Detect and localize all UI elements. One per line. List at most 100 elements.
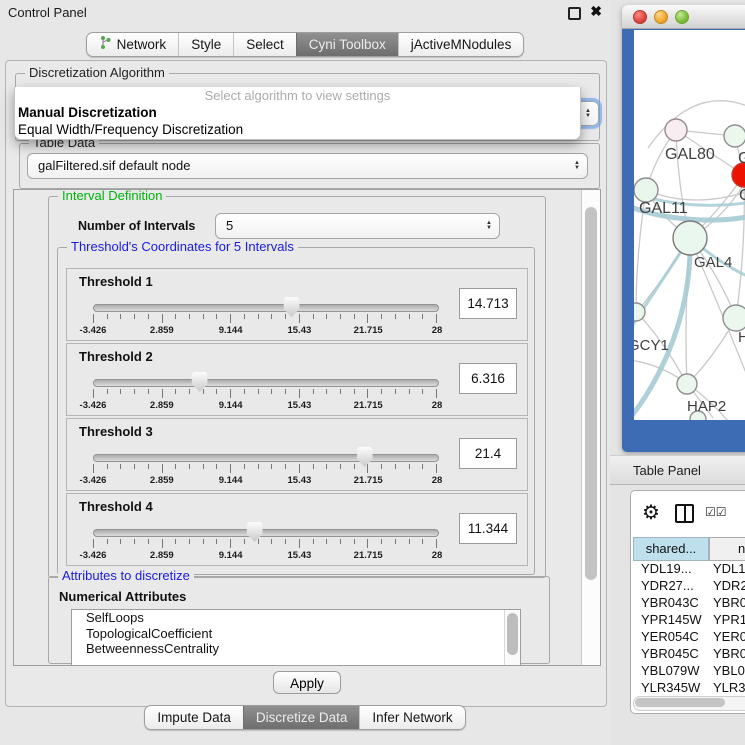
cell-name[interactable]: YLR3 bbox=[713, 680, 745, 695]
network-window-titlebar[interactable] bbox=[622, 5, 745, 29]
minimize-traffic-light-icon[interactable] bbox=[654, 10, 668, 24]
threshold-value-field[interactable]: 14.713 bbox=[459, 288, 517, 319]
tab-network[interactable]: Network bbox=[87, 33, 179, 56]
tab-jactivemnodules-label: jActiveMNodules bbox=[411, 33, 512, 56]
threshold-value-field[interactable]: 21.4 bbox=[459, 438, 517, 469]
network-canvas[interactable]: GAL80GAGAL11CGAL4GCY1HHAP2 bbox=[634, 30, 745, 420]
cell-name[interactable]: YER0 bbox=[713, 629, 745, 644]
tick-mark bbox=[230, 314, 231, 323]
bottom-tab-impute-data[interactable]: Impute Data bbox=[145, 706, 243, 729]
numerical-attributes-list[interactable]: SelfLoopsTopologicalCoefficientBetweenne… bbox=[71, 609, 521, 666]
cell-shared-name[interactable]: YDR27... bbox=[641, 578, 694, 593]
scrollbar-thumb[interactable] bbox=[507, 613, 518, 655]
slider-track[interactable] bbox=[93, 454, 439, 462]
column-header-name[interactable]: na bbox=[709, 537, 745, 561]
column-header-shared-name[interactable]: shared... bbox=[633, 537, 709, 561]
list-vertical-scrollbar[interactable] bbox=[504, 610, 520, 666]
tick-label: 15.43 bbox=[288, 550, 312, 561]
gear-icon[interactable]: ⚙ bbox=[642, 500, 660, 525]
threshold-value-field[interactable]: 11.344 bbox=[459, 513, 517, 544]
tick-mark bbox=[354, 464, 355, 469]
tick-mark bbox=[313, 314, 314, 319]
cell-shared-name[interactable]: YBL079W bbox=[641, 663, 700, 678]
dropdown-option-equal-width-frequency[interactable]: Equal Width/Frequency Discretization bbox=[15, 121, 580, 138]
tick-label: 21.715 bbox=[354, 550, 383, 561]
cell-shared-name[interactable]: YBR043C bbox=[641, 595, 699, 610]
float-window-icon[interactable] bbox=[568, 7, 581, 20]
dropdown-option-manual-discretization[interactable]: Manual Discretization bbox=[15, 104, 580, 121]
horizontal-scrollbar[interactable] bbox=[633, 696, 745, 711]
cell-shared-name[interactable]: YER054C bbox=[641, 629, 699, 644]
table-row[interactable]: YBL079W YBL0 bbox=[633, 663, 745, 680]
close-icon[interactable]: ✖ bbox=[590, 3, 602, 20]
scrollbar-thumb[interactable] bbox=[635, 698, 725, 707]
table-data-combobox[interactable]: galFiltered.sif default node ▲▼ bbox=[27, 153, 588, 179]
threshold-panel-3: Threshold 3-3.4262.8599.14415.4321.71528… bbox=[66, 418, 528, 491]
table-data-selected-value: galFiltered.sif default node bbox=[28, 154, 587, 177]
table-row[interactable]: YLR345W YLR3 bbox=[633, 680, 745, 697]
node-upper-right[interactable] bbox=[724, 125, 745, 147]
node-gal4[interactable] bbox=[673, 221, 707, 255]
tick-mark bbox=[299, 314, 300, 323]
tick-mark bbox=[340, 539, 341, 544]
table-row[interactable]: YDR27... YDR2 bbox=[633, 578, 745, 595]
apply-button[interactable]: Apply bbox=[273, 671, 341, 694]
cell-name[interactable]: YPR1 bbox=[713, 612, 745, 627]
cell-name[interactable]: YBR0 bbox=[713, 595, 745, 610]
cell-name[interactable]: YDL1 bbox=[713, 561, 745, 576]
tick-mark bbox=[436, 539, 437, 548]
bottom-tab-infer-network[interactable]: Infer Network bbox=[359, 706, 464, 729]
cell-shared-name[interactable]: YDL19... bbox=[641, 561, 692, 576]
node-right-h[interactable] bbox=[723, 305, 745, 331]
cell-shared-name[interactable]: YBR045C bbox=[641, 646, 699, 661]
threshold-label: Threshold 1 bbox=[79, 274, 153, 289]
slider-track[interactable] bbox=[93, 379, 439, 387]
list-item-selfloops[interactable]: SelfLoops bbox=[72, 610, 520, 626]
table-row[interactable]: YDL19... YDL1 bbox=[633, 561, 745, 578]
tick-label: 28 bbox=[432, 550, 443, 561]
table-row[interactable]: YPR145W YPR1 bbox=[633, 612, 745, 629]
node-gcy1[interactable] bbox=[634, 303, 645, 321]
tab-cyni-toolbox-label: Cyni Toolbox bbox=[309, 33, 386, 56]
cell-name[interactable]: YDR2 bbox=[713, 578, 745, 593]
table-row[interactable]: YBR045C YBR0 bbox=[633, 646, 745, 663]
dropdown-prompt-item[interactable]: Select algorithm to view settings bbox=[15, 87, 580, 104]
slider-track[interactable] bbox=[93, 304, 439, 312]
list-item-topologicalcoefficient[interactable]: TopologicalCoefficient bbox=[72, 626, 520, 642]
tick-label: 9.144 bbox=[219, 400, 243, 411]
bottom-tab-discretize-data[interactable]: Discretize Data bbox=[243, 706, 360, 729]
tick-mark bbox=[299, 464, 300, 473]
vertical-scrollbar[interactable] bbox=[581, 190, 600, 665]
table-row[interactable]: YER054C YER0 bbox=[633, 629, 745, 646]
tick-mark bbox=[120, 464, 121, 469]
table-row[interactable]: YBR043C YBR0 bbox=[633, 595, 745, 612]
cell-name[interactable]: YBL0 bbox=[713, 663, 745, 678]
cell-shared-name[interactable]: YPR145W bbox=[641, 612, 702, 627]
slider-track[interactable] bbox=[93, 529, 439, 537]
segmented-control: NetworkStyleSelect Cyni Toolbox jActiveMNo… bbox=[86, 32, 525, 57]
tab-style[interactable]: Style bbox=[178, 33, 233, 56]
tick-mark bbox=[367, 314, 368, 323]
threshold-value-field[interactable]: 6.316 bbox=[459, 363, 517, 394]
tick-mark bbox=[299, 539, 300, 548]
node-hap2[interactable] bbox=[677, 374, 697, 394]
number-of-intervals-spinner[interactable]: 5 ▲▼ bbox=[215, 213, 500, 239]
scrollbar-thumb[interactable] bbox=[585, 207, 597, 580]
columns-icon[interactable] bbox=[675, 504, 694, 523]
cell-shared-name[interactable]: YLR345W bbox=[641, 680, 700, 695]
attributes-group-title: Attributes to discretize bbox=[58, 568, 194, 583]
list-item-betweennesscentrality[interactable]: BetweennessCentrality bbox=[72, 641, 520, 657]
tab-jactivemnodules[interactable]: jActiveMNodules bbox=[398, 33, 524, 56]
close-traffic-light-icon[interactable] bbox=[633, 10, 647, 24]
cell-name[interactable]: YBR0 bbox=[713, 646, 745, 661]
tick-mark bbox=[367, 539, 368, 548]
tab-cyni-toolbox[interactable]: Cyni Toolbox bbox=[296, 33, 398, 56]
zoom-traffic-light-icon[interactable] bbox=[675, 10, 689, 24]
tick-mark bbox=[93, 314, 94, 323]
slider-ticks bbox=[93, 389, 437, 398]
node-gal80[interactable] bbox=[665, 119, 687, 141]
select-columns-icon[interactable]: ☑☑ bbox=[705, 505, 727, 519]
node-gal11[interactable] bbox=[634, 178, 658, 202]
tab-select[interactable]: Select bbox=[233, 33, 296, 56]
tick-mark bbox=[313, 389, 314, 394]
